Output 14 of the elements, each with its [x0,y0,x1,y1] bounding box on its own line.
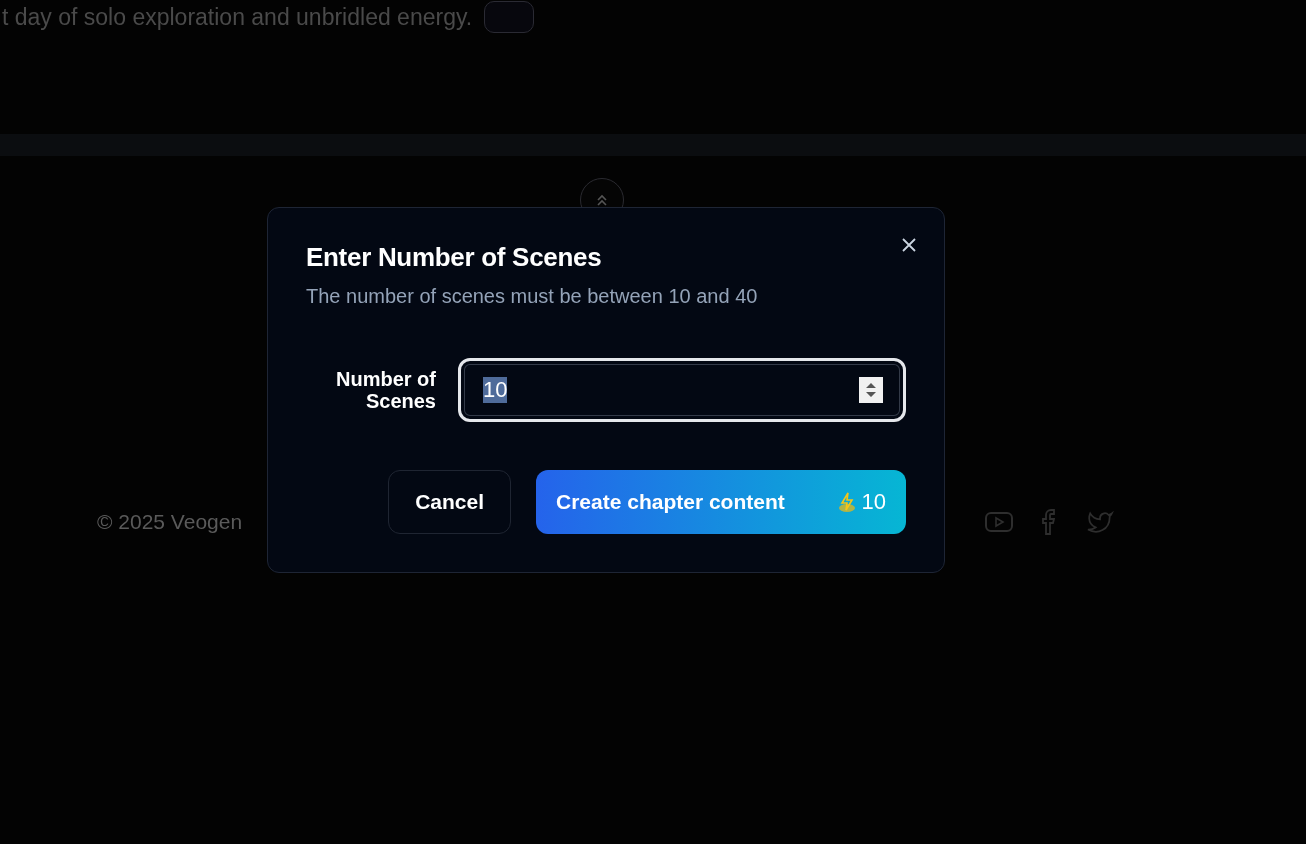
create-button[interactable]: Create chapter content 10 [536,470,906,534]
dialog-description: The number of scenes must be between 10 and 40 [306,285,759,308]
spinner-icon[interactable] [859,377,883,403]
edit-button[interactable] [484,1,535,33]
intro-text: t day of solo exploration and unbridled energy. [2,3,473,31]
number-field[interactable]: 10 [458,358,906,422]
bird-icon[interactable] [1086,509,1116,535]
close-button[interactable] [902,238,916,252]
youtube-icon[interactable] [984,510,1014,534]
double-chevron-up-icon [595,193,609,207]
field-label: Number of Scenes [335,368,436,412]
cancel-button[interactable]: Cancel [388,470,511,534]
copyright-text: © 2025 Veogen [97,510,243,534]
dialog-title: Enter Number of Scenes [306,242,603,273]
